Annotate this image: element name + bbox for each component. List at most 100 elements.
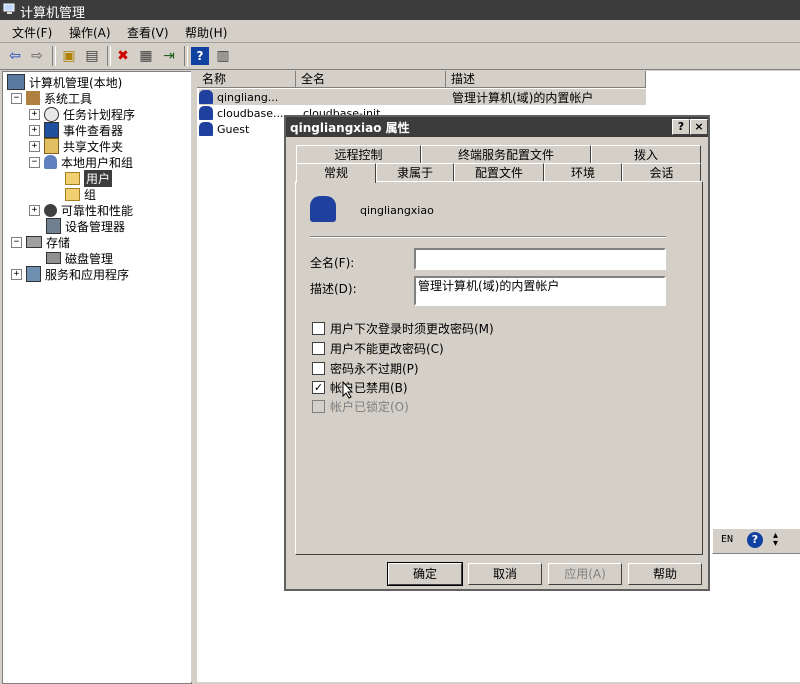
console-icon[interactable]: ▥ (214, 47, 232, 65)
checkbox-label: 密码永不过期(P) (330, 362, 419, 376)
tree-item-root[interactable]: 计算机管理(本地) (7, 74, 122, 90)
disk-icon (46, 252, 61, 264)
tab-environment[interactable]: 环境 (544, 163, 622, 181)
checkbox-box (312, 400, 325, 413)
tree-label: 任务计划程序 (63, 107, 136, 122)
device-manager-icon (46, 218, 61, 234)
menu-view[interactable]: 查看(V) (127, 24, 169, 41)
tree-item-shared-folders[interactable]: + 共享文件夹 (29, 138, 123, 154)
tree-item-event-viewer[interactable]: + 事件查看器 (29, 122, 123, 138)
cannot-change-password-checkbox[interactable]: 用户不能更改密码(C) (312, 340, 444, 357)
tree-label: 磁盘管理 (65, 251, 114, 266)
collapse-icon[interactable]: − (11, 92, 22, 104)
collapse-icon[interactable]: − (11, 236, 22, 248)
tree-label: 事件查看器 (63, 123, 124, 138)
apply-button[interactable]: 应用(A) (548, 563, 622, 585)
username-label: qingliangxiao (360, 204, 434, 217)
tree-item-system-tools[interactable]: − 系统工具 (11, 90, 92, 106)
expand-icon[interactable]: + (29, 124, 40, 136)
table-row[interactable]: qingliang... 管理计算机(域)的内置帐户 (199, 89, 646, 105)
expand-icon[interactable]: + (29, 140, 40, 152)
disabled-user-icon (199, 122, 213, 136)
tree-item-users[interactable]: 用户 (65, 169, 113, 187)
tree-item-groups[interactable]: 组 (65, 186, 96, 202)
toolbar-separator (107, 46, 111, 66)
menu-file[interactable]: 文件(F) (12, 24, 52, 41)
help-icon[interactable]: ? (747, 532, 763, 548)
checkmark-icon: ✓ (312, 381, 325, 394)
tab-remote-control[interactable]: 远程控制 (296, 145, 421, 163)
account-disabled-checkbox[interactable]: ✓ 帐户已禁用(B) (312, 379, 408, 396)
collapse-icon[interactable]: − (29, 156, 40, 168)
tree-item-device-manager[interactable]: 设备管理器 (46, 218, 125, 234)
tree-item-local-users-groups[interactable]: − 本地用户和组 (29, 154, 133, 170)
checkbox-label: 用户下次登录时须更改密码(M) (330, 322, 494, 336)
users-icon (44, 155, 57, 169)
language-indicator[interactable]: EN (721, 534, 733, 545)
tree-item-reliability[interactable]: + 可靠性和性能 (29, 202, 133, 218)
tree-item-disk-management[interactable]: 磁盘管理 (46, 250, 113, 266)
window-titlebar: 计算机管理 (0, 0, 800, 21)
language-bar: EN ? ▴ ▾ (712, 528, 800, 554)
tree-label: 设备管理器 (65, 219, 126, 234)
tree-item-services-apps[interactable]: + 服务和应用程序 (11, 266, 129, 282)
tree-item-task-scheduler[interactable]: + 任务计划程序 (29, 106, 135, 122)
user-icon (199, 90, 213, 104)
column-header-fullname[interactable]: 全名 (296, 71, 446, 88)
dialog-titlebar[interactable]: qingliangxiao 属性 ? × (286, 117, 708, 137)
ok-button[interactable]: 确定 (387, 562, 463, 586)
fullname-field[interactable] (414, 248, 666, 270)
mouse-cursor-icon (342, 381, 354, 399)
toolbar-separator (184, 46, 188, 66)
export-list-icon[interactable]: ⇥ (160, 47, 178, 65)
folder-icon (65, 187, 80, 201)
tab-general[interactable]: 常规 (296, 163, 376, 183)
storage-icon (26, 236, 42, 248)
account-locked-checkbox: 帐户已锁定(O) (312, 398, 409, 415)
help-button[interactable]: 帮助 (628, 563, 702, 585)
toolbar-separator (52, 46, 56, 66)
help-icon[interactable]: ? (191, 47, 209, 65)
expand-icon[interactable]: + (11, 268, 22, 280)
forward-arrow-icon[interactable]: ⇨ (28, 47, 46, 65)
options-chevron-icon[interactable]: ▴ ▾ (773, 531, 778, 549)
menu-action[interactable]: 操作(A) (69, 24, 111, 41)
description-label: 描述(D): (310, 282, 357, 296)
cancel-button[interactable]: 取消 (468, 563, 542, 585)
fullname-label: 全名(F): (310, 256, 355, 270)
tab-sessions[interactable]: 会话 (622, 163, 701, 181)
must-change-password-checkbox[interactable]: 用户下次登录时须更改密码(M) (312, 320, 494, 337)
tab-profile[interactable]: 配置文件 (454, 163, 544, 181)
toolbar: ⇦ ⇨ ▣ ▤ ✖ ▦ ⇥ ? ▥ (0, 43, 800, 70)
up-folder-icon[interactable]: ▣ (60, 47, 78, 65)
performance-icon (44, 203, 57, 217)
description-field[interactable]: 管理计算机(域)的内置帐户 (414, 276, 666, 306)
tree-label: 共享文件夹 (63, 139, 124, 154)
tab-dial-in[interactable]: 拨入 (591, 145, 701, 163)
tree-label: 用户 (84, 169, 113, 187)
window-title: 计算机管理 (20, 6, 86, 21)
close-icon[interactable]: × (690, 119, 708, 135)
services-icon (26, 266, 41, 282)
delete-icon[interactable]: ✖ (114, 47, 132, 65)
column-header-name[interactable]: 名称 (197, 71, 296, 88)
row-name: Guest (217, 122, 250, 136)
tree-label: 服务和应用程序 (45, 267, 130, 282)
expand-icon[interactable]: + (29, 204, 40, 216)
event-viewer-icon (44, 122, 59, 138)
tree-item-storage[interactable]: − 存储 (11, 234, 70, 250)
tab-terminal-services-profile[interactable]: 终端服务配置文件 (421, 145, 591, 163)
expand-icon[interactable]: + (29, 108, 40, 120)
menu-help[interactable]: 帮助(H) (185, 24, 227, 41)
checkbox-box (312, 322, 325, 335)
tab-member-of[interactable]: 隶属于 (376, 163, 454, 181)
password-never-expires-checkbox[interactable]: 密码永不过期(P) (312, 360, 419, 377)
show-hide-tree-icon[interactable]: ▤ (83, 47, 101, 65)
tools-icon (26, 91, 40, 105)
help-icon[interactable]: ? (672, 119, 690, 135)
column-header-description[interactable]: 描述 (446, 71, 646, 88)
computer-icon (7, 74, 25, 90)
back-arrow-icon[interactable]: ⇦ (6, 47, 24, 65)
properties-icon[interactable]: ▦ (137, 47, 155, 65)
clock-icon (44, 106, 59, 122)
